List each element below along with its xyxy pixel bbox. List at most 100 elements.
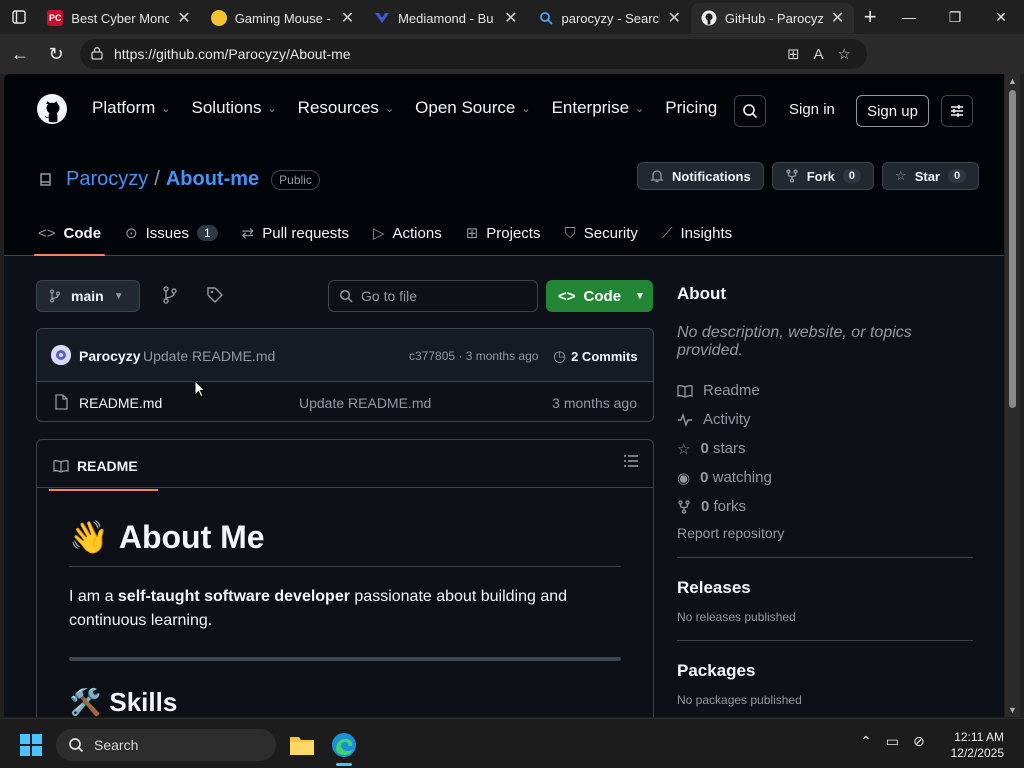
scrollbar-thumb[interactable] <box>1009 90 1016 408</box>
browser-tab[interactable]: Gaming Mouse - ✕ <box>201 3 364 33</box>
tab-actions-icon[interactable] <box>0 0 37 34</box>
nav-solutions[interactable]: Solutions ⌄ <box>192 98 277 118</box>
about-description: No description, website, or topics provi… <box>677 324 912 359</box>
file-explorer-icon[interactable] <box>286 729 318 761</box>
sign-up-button[interactable]: Sign up <box>856 95 929 127</box>
repo-sidebar: About No description, website, or topics… <box>677 284 973 707</box>
chevron-up-icon[interactable]: ⌃ <box>860 733 872 750</box>
file-name[interactable]: README.md <box>79 395 162 411</box>
pc-icon: PC <box>47 10 64 26</box>
taskbar-search[interactable]: Search <box>56 729 276 761</box>
tab-issues[interactable]: ⊙ Issues 1 <box>125 214 218 252</box>
search-button[interactable] <box>734 95 766 127</box>
tab-security[interactable]: ⛉ Security <box>564 214 637 252</box>
code-button-label: Code <box>583 287 622 305</box>
tab-projects[interactable]: ⊞ Projects <box>466 214 541 252</box>
windows-start-icon[interactable] <box>20 734 42 756</box>
fork-label: Fork <box>806 168 835 184</box>
stars-stat: 0 stars <box>700 440 745 457</box>
forks-label: forks <box>713 498 747 515</box>
notifications-button[interactable]: Notifications <box>637 162 764 190</box>
activity-link[interactable]: Activity <box>677 405 973 434</box>
close-icon[interactable]: ✕ <box>341 8 354 28</box>
tab-pull-requests[interactable]: ⇄ Pull requests <box>242 214 349 252</box>
branch-name: main <box>71 288 104 304</box>
nav-enterprise[interactable]: Enterprise ⌄ <box>552 98 645 118</box>
star-icon: ☆ <box>895 168 907 183</box>
search-icon <box>339 289 353 303</box>
readme-link[interactable]: Readme <box>677 376 973 405</box>
close-window-icon[interactable]: ✕ <box>978 0 1024 34</box>
fork-icon <box>786 169 798 183</box>
report-repository-link[interactable]: Report repository <box>677 525 973 541</box>
scroll-down-icon[interactable]: ▼ <box>1008 705 1017 715</box>
forks-link[interactable]: 0 forks <box>677 492 973 521</box>
read-aloud-icon[interactable]: A <box>814 46 824 63</box>
new-tab-button[interactable]: + <box>854 2 886 32</box>
stars-link[interactable]: ☆ 0 stars <box>677 434 973 463</box>
star-button[interactable]: ☆ Star 0 <box>882 162 980 190</box>
table-icon: ⊞ <box>465 225 479 242</box>
browser-tab[interactable]: Mediamond - Bu ✕ <box>364 3 527 33</box>
go-to-file-input[interactable]: Go to file <box>328 280 538 312</box>
close-icon[interactable]: ✕ <box>504 8 517 28</box>
settings-menu-button[interactable] <box>941 95 973 127</box>
nav-open-source[interactable]: Open Source ⌄ <box>415 98 530 118</box>
close-icon[interactable]: ✕ <box>177 8 190 28</box>
file-list: Parocyzy Update README.md c377805 · 3 mo… <box>36 328 654 422</box>
browser-tab[interactable]: PC Best Cyber Mond ✕ <box>37 3 200 33</box>
fork-button[interactable]: Fork 0 <box>771 162 875 190</box>
app-grid-icon[interactable]: ⊞ <box>787 45 800 63</box>
address-bar[interactable]: https://github.com/Parocyzy/About-me ⊞ A… <box>80 39 867 69</box>
branch-selector[interactable]: main ▼ <box>36 280 140 312</box>
browser-tab[interactable]: parocyzy - Search ✕ <box>528 3 691 33</box>
file-commit-message[interactable]: Update README.md <box>299 395 431 411</box>
tab-insights[interactable]: ⟋ Insights <box>662 214 732 252</box>
code-dropdown-button[interactable]: <> Code ▼ <box>546 280 653 312</box>
lemon-icon <box>210 10 227 26</box>
branches-icon[interactable] <box>162 286 178 309</box>
tab-actions[interactable]: ▷ Actions <box>373 214 442 252</box>
github-logo-icon[interactable] <box>36 93 68 125</box>
outline-list-icon[interactable] <box>623 454 639 473</box>
network-icon[interactable]: ⊘ <box>913 733 925 750</box>
refresh-icon[interactable]: ↻ <box>38 38 74 70</box>
page-scrollbar[interactable]: ▲ ▼ <box>1005 74 1020 717</box>
releases-title[interactable]: Releases <box>677 578 973 598</box>
commit-hash-age[interactable]: c377805 · 3 months ago <box>409 349 538 363</box>
star-label: Star <box>914 168 940 184</box>
top-nav: Platform ⌄ Solutions ⌄ Resources ⌄ Open Sou… <box>92 98 717 118</box>
nav-resources[interactable]: Resources ⌄ <box>298 98 394 118</box>
star-icon: ☆ <box>677 440 691 458</box>
back-icon[interactable]: ← <box>2 38 38 70</box>
sign-in-link[interactable]: Sign in <box>789 101 835 118</box>
tag-icon[interactable] <box>206 286 224 309</box>
commit-author[interactable]: Parocyzy <box>79 348 140 364</box>
restore-icon[interactable]: ❐ <box>932 0 978 34</box>
watching-link[interactable]: ◉ 0 watching <box>677 463 973 492</box>
close-icon[interactable]: ✕ <box>668 8 681 28</box>
system-clock[interactable]: 12:11 AM 12/2/2025 <box>951 729 1004 761</box>
display-icon[interactable]: ▭ <box>886 733 899 750</box>
browser-tab-active[interactable]: GitHub - Parocyz ✕ <box>690 3 855 33</box>
close-icon[interactable]: ✕ <box>831 8 844 28</box>
avatar[interactable] <box>51 345 71 365</box>
latest-commit-row: Parocyzy Update README.md c377805 · 3 mo… <box>37 329 653 382</box>
nav-pricing[interactable]: Pricing <box>665 98 717 118</box>
file-row[interactable]: README.md Update README.md 3 months ago <box>37 382 653 421</box>
readme-tab[interactable]: README <box>49 442 158 491</box>
repo-tabs: <> Code ⊙ Issues 1 ⇄ Pull requests ▷ Act… <box>33 214 732 256</box>
packages-title[interactable]: Packages <box>677 661 973 681</box>
caret-down-icon: ▼ <box>113 290 124 302</box>
edge-browser-icon[interactable] <box>328 729 360 766</box>
commit-message[interactable]: Update README.md <box>143 348 275 364</box>
minimize-icon[interactable]: — <box>886 0 932 34</box>
nav-platform[interactable]: Platform ⌄ <box>92 98 171 118</box>
nav-label: Enterprise <box>551 98 630 117</box>
repo-owner-link[interactable]: Parocyzy <box>66 168 148 191</box>
tab-code[interactable]: <> Code <box>33 214 106 256</box>
scroll-up-icon[interactable]: ▲ <box>1008 76 1017 86</box>
favorite-star-icon[interactable]: ☆ <box>838 45 851 63</box>
repo-name-link[interactable]: About-me <box>166 168 259 191</box>
commits-link[interactable]: ◷ 2 Commits <box>553 347 638 365</box>
